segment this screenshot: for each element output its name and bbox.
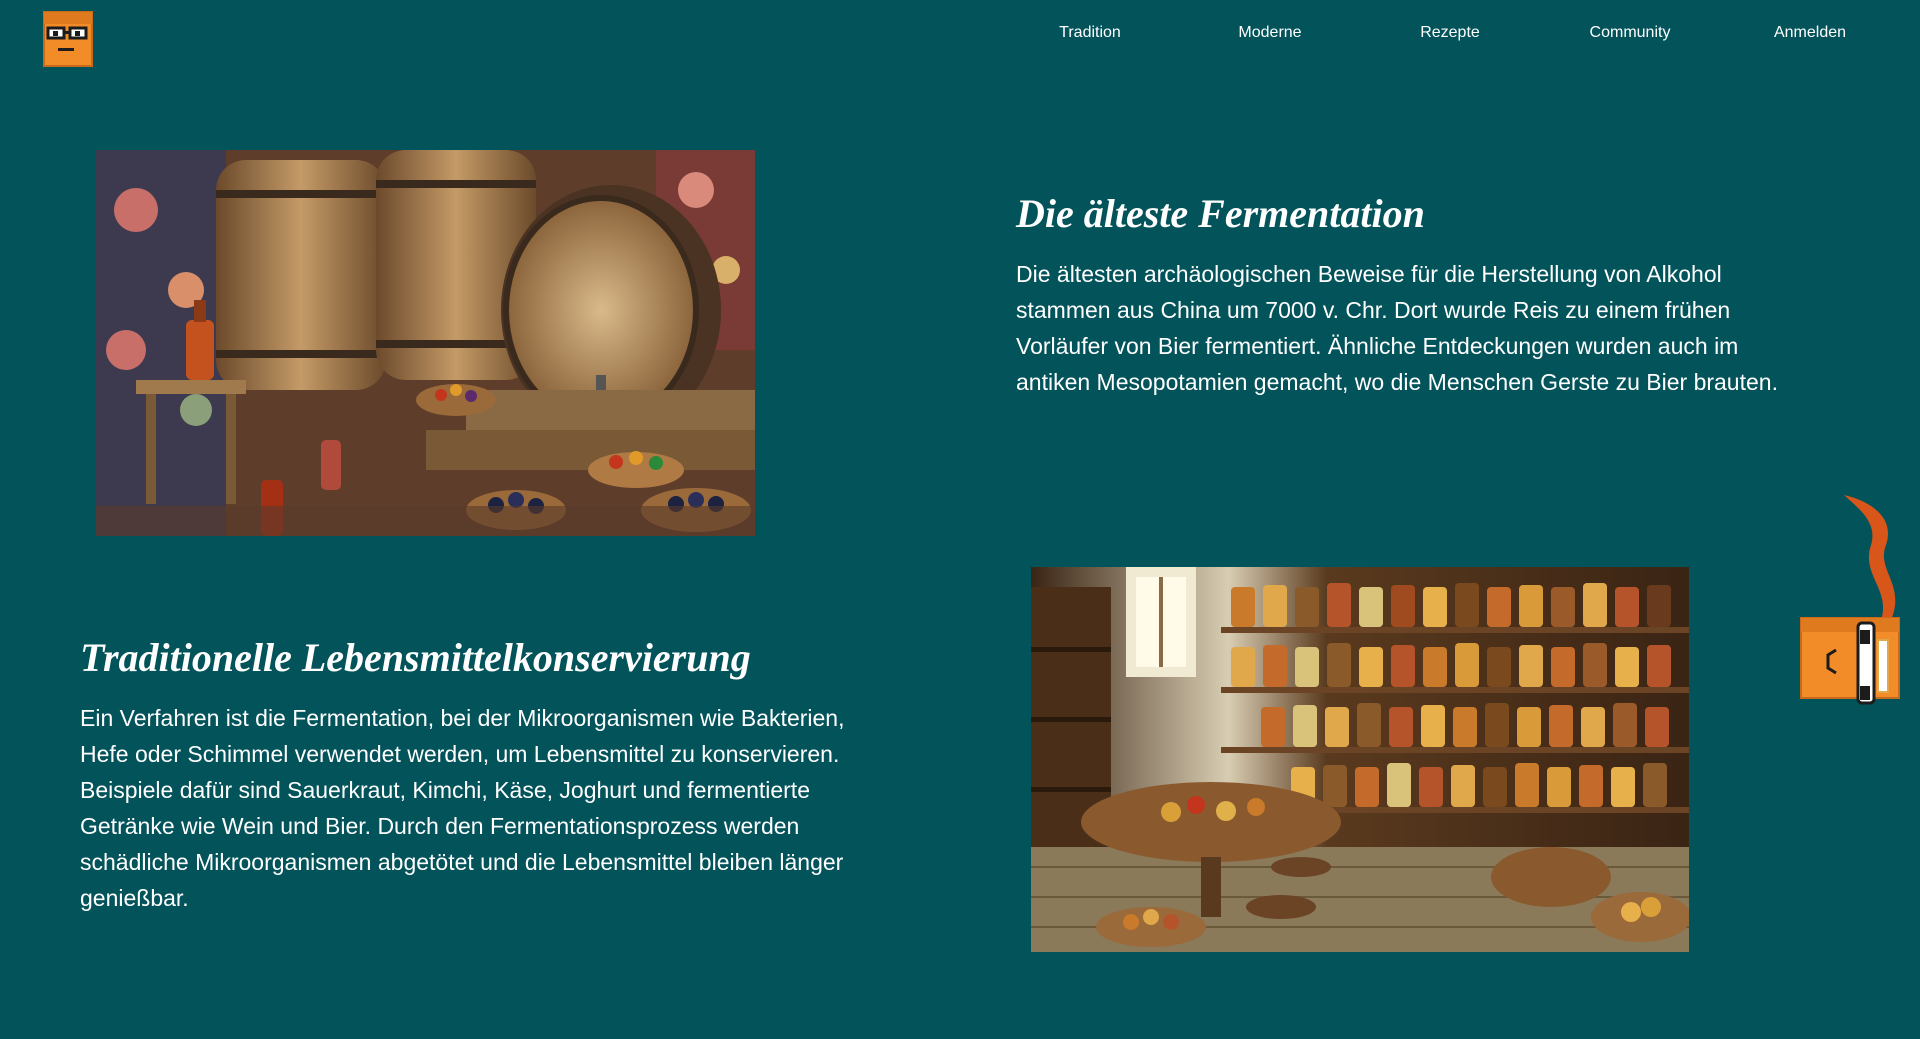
mascot-icon[interactable] <box>1796 490 1920 714</box>
section-text-preservation: Ein Verfahren ist die Fermentation, bei … <box>80 705 845 911</box>
page: Tradition Moderne Rezepte Community Anme… <box>0 0 1920 1039</box>
nav-item-tradition[interactable]: Tradition <box>1059 24 1121 42</box>
nav-item-anmelden[interactable]: Anmelden <box>1774 24 1846 42</box>
section-title-oldest-fermentation: Die älteste Fermentation <box>1016 191 1425 236</box>
barrels-image <box>96 150 755 536</box>
section-text-oldest-fermentation: Die ältesten archäologischen Beweise für… <box>1016 261 1778 395</box>
main-nav: Tradition Moderne Rezepte Community Anme… <box>1000 24 1900 48</box>
logo-icon[interactable] <box>40 8 94 68</box>
nav-item-community[interactable]: Community <box>1590 24 1671 42</box>
nav-item-moderne[interactable]: Moderne <box>1238 24 1301 42</box>
section-title-preservation: Traditionelle Lebensmittelkonservierung <box>80 635 751 680</box>
pantry-image <box>1031 567 1689 952</box>
nav-item-rezepte[interactable]: Rezepte <box>1420 24 1480 42</box>
